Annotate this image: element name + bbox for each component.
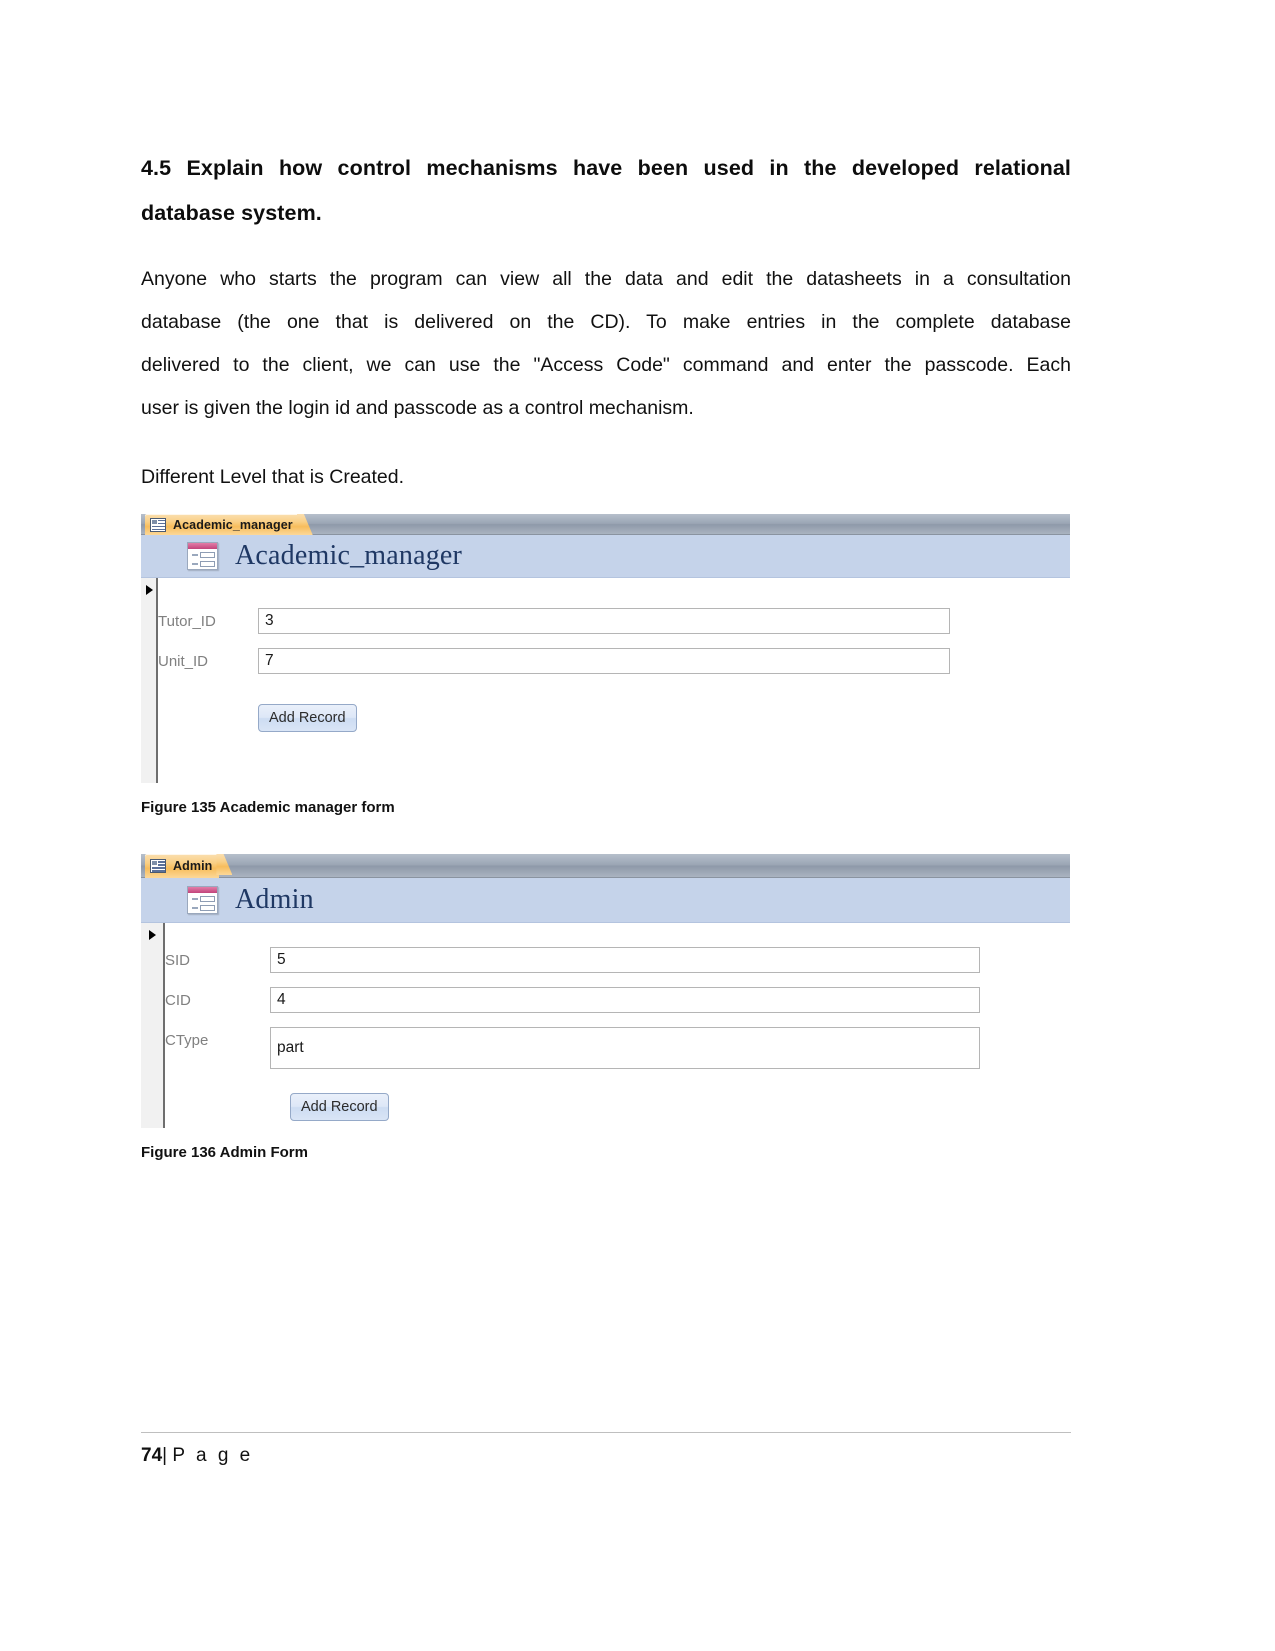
paragraph-line-2: database (the one that is delivered on t…	[141, 311, 1071, 333]
input-ctype[interactable]	[270, 1027, 980, 1069]
form-view-icon	[150, 517, 166, 532]
heading-line-1: 4.5 Explain how control mechanisms have …	[141, 156, 1071, 180]
form-actions: Add Record	[165, 1083, 1070, 1161]
form-header-band: Admin	[141, 878, 1070, 923]
form-fields: Tutor_ID Unit_ID Add Record	[158, 578, 1070, 783]
page-footer: 74| P a g e	[141, 1432, 1071, 1467]
field-row: Tutor_ID	[158, 608, 1070, 634]
field-row: Unit_ID	[158, 648, 1070, 674]
form-title: Admin	[235, 884, 314, 915]
access-tab-bar: Admin	[141, 854, 1070, 878]
page-content: 4.5 Explain how control mechanisms have …	[141, 0, 1071, 1161]
input-sid[interactable]	[270, 947, 980, 973]
intro-line: Different Level that is Created.	[141, 466, 405, 488]
record-selector[interactable]	[141, 923, 165, 1128]
form-fields: SID CID CType Add Record	[165, 923, 1070, 1128]
access-tab-bar: Academic_manager	[141, 514, 1070, 535]
form-view-icon	[150, 859, 166, 873]
screenshot-academic-manager: Academic_manager Academic_manager Tutor_…	[141, 514, 1070, 783]
form-icon	[187, 886, 218, 914]
field-label-cid: CID	[165, 992, 191, 1009]
form-title: Academic_manager	[235, 540, 463, 571]
tab-label: Academic_manager	[173, 517, 293, 532]
add-record-button[interactable]: Add Record	[290, 1093, 389, 1121]
form-actions: Add Record	[158, 688, 1070, 772]
tab-label: Admin	[173, 859, 213, 873]
input-cid[interactable]	[270, 987, 980, 1013]
tab-admin[interactable]: Admin	[145, 854, 220, 878]
tab-academic-manager[interactable]: Academic_manager	[145, 514, 300, 535]
record-selector-arrow-icon	[146, 585, 153, 595]
document-page: 4.5 Explain how control mechanisms have …	[0, 0, 1275, 1651]
paragraph-line-1: Anyone who starts the program can view a…	[141, 268, 1071, 290]
paragraph-line-4: user is given the login id and passcode …	[141, 397, 694, 419]
input-tutor-id[interactable]	[258, 608, 950, 634]
heading-line-2: database system.	[141, 201, 322, 225]
input-unit-id[interactable]	[258, 648, 950, 674]
add-record-button[interactable]: Add Record	[258, 704, 357, 732]
footer-divider	[141, 1432, 1071, 1433]
field-label-ctype: CType	[165, 1032, 209, 1049]
record-selector[interactable]	[141, 578, 158, 783]
figure-caption-135: Figure 135 Academic manager form	[141, 799, 395, 816]
form-body: Tutor_ID Unit_ID Add Record	[141, 578, 1070, 783]
record-selector-arrow-icon	[149, 930, 156, 940]
page-number: 74	[141, 1445, 163, 1466]
form-header-band: Academic_manager	[141, 535, 1070, 578]
footer-text: 74| P a g e	[141, 1445, 1071, 1467]
field-row: SID	[165, 947, 1070, 973]
form-body: SID CID CType Add Record	[141, 923, 1070, 1128]
paragraph-line-3: delivered to the client, we can use the …	[141, 354, 1071, 376]
screenshot-admin: Admin Admin SID 5 CID 4 CType part Add R…	[141, 854, 1070, 1128]
footer-page-word: P a g e	[172, 1445, 254, 1466]
section-heading: 4.5 Explain how control mechanisms have …	[141, 0, 1071, 236]
field-row: CType	[165, 1027, 1070, 1069]
form-icon	[187, 542, 218, 570]
field-label-tutor-id: Tutor_ID	[158, 613, 216, 630]
field-row: CID	[165, 987, 1070, 1013]
body-paragraph: Anyone who starts the program can view a…	[141, 236, 1071, 430]
footer-separator: |	[162, 1445, 168, 1466]
field-label-unit-id: Unit_ID	[158, 653, 209, 670]
field-label-sid: SID	[165, 952, 191, 969]
